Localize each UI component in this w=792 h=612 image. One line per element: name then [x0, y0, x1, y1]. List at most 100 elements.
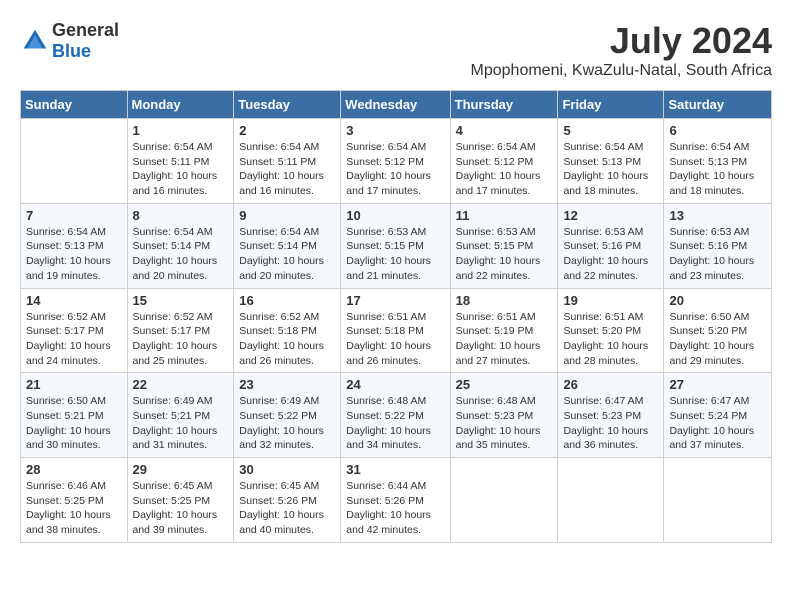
day-info: Sunrise: 6:48 AMSunset: 5:23 PMDaylight:…: [456, 394, 553, 453]
day-info: Sunrise: 6:51 AMSunset: 5:18 PMDaylight:…: [346, 310, 444, 369]
calendar-week-row: 7Sunrise: 6:54 AMSunset: 5:13 PMDaylight…: [21, 203, 772, 288]
day-number: 12: [563, 208, 658, 223]
month-title: July 2024: [471, 20, 772, 62]
day-info: Sunrise: 6:54 AMSunset: 5:14 PMDaylight:…: [239, 225, 335, 284]
day-info: Sunrise: 6:54 AMSunset: 5:11 PMDaylight:…: [133, 140, 229, 199]
day-info: Sunrise: 6:52 AMSunset: 5:17 PMDaylight:…: [26, 310, 122, 369]
calendar-week-row: 21Sunrise: 6:50 AMSunset: 5:21 PMDayligh…: [21, 373, 772, 458]
day-number: 19: [563, 293, 658, 308]
title-block: July 2024 Mpophomeni, KwaZulu-Natal, Sou…: [471, 20, 772, 80]
calendar-day-cell: 29 Sunrise: 6:45 AMSunset: 5:25 PMDayligh…: [127, 458, 234, 543]
day-info: Sunrise: 6:54 AMSunset: 5:13 PMDaylight:…: [669, 140, 766, 199]
calendar-day-cell: 25 Sunrise: 6:48 AMSunset: 5:23 PMDayligh…: [450, 373, 558, 458]
day-number: 15: [133, 293, 229, 308]
header-thursday: Thursday: [450, 91, 558, 119]
calendar-day-cell: 27Sunrise: 6:47 AMSunset: 5:24 PMDayligh…: [664, 373, 772, 458]
day-info: Sunrise: 6:53 AMSunset: 5:15 PMDaylight:…: [346, 225, 444, 284]
day-info: Sunrise: 6:54 AMSunset: 5:14 PMDaylight:…: [133, 225, 229, 284]
page-header: General Blue July 2024 Mpophomeni, KwaZu…: [20, 20, 772, 80]
calendar-day-cell: 5 Sunrise: 6:54 AMSunset: 5:13 PMDaylight…: [558, 119, 664, 204]
day-number: 31: [346, 462, 444, 477]
calendar-day-cell: 15 Sunrise: 6:52 AMSunset: 5:17 PMDayligh…: [127, 288, 234, 373]
day-number: 5: [563, 123, 658, 138]
header-friday: Friday: [558, 91, 664, 119]
calendar-day-cell: 23Sunrise: 6:49 AMSunset: 5:22 PMDayligh…: [234, 373, 341, 458]
day-info: Sunrise: 6:54 AMSunset: 5:12 PMDaylight:…: [346, 140, 444, 199]
calendar-day-cell: 20Sunrise: 6:50 AMSunset: 5:20 PMDayligh…: [664, 288, 772, 373]
day-number: 6: [669, 123, 766, 138]
calendar-day-cell: 9 Sunrise: 6:54 AMSunset: 5:14 PMDaylight…: [234, 203, 341, 288]
day-number: 16: [239, 293, 335, 308]
calendar-day-cell: 2 Sunrise: 6:54 AMSunset: 5:11 PMDaylight…: [234, 119, 341, 204]
day-info: Sunrise: 6:53 AMSunset: 5:16 PMDaylight:…: [563, 225, 658, 284]
day-number: 24: [346, 377, 444, 392]
day-info: Sunrise: 6:46 AMSunset: 5:25 PMDaylight:…: [26, 479, 122, 538]
day-number: 13: [669, 208, 766, 223]
calendar-day-cell: [450, 458, 558, 543]
day-number: 14: [26, 293, 122, 308]
header-monday: Monday: [127, 91, 234, 119]
calendar-week-row: 28 Sunrise: 6:46 AMSunset: 5:25 PMDayligh…: [21, 458, 772, 543]
calendar-day-cell: 4 Sunrise: 6:54 AMSunset: 5:12 PMDaylight…: [450, 119, 558, 204]
day-number: 4: [456, 123, 553, 138]
day-number: 8: [133, 208, 229, 223]
calendar-day-cell: 12 Sunrise: 6:53 AMSunset: 5:16 PMDayligh…: [558, 203, 664, 288]
calendar-day-cell: 13Sunrise: 6:53 AMSunset: 5:16 PMDayligh…: [664, 203, 772, 288]
day-number: 3: [346, 123, 444, 138]
calendar-day-cell: 26Sunrise: 6:47 AMSunset: 5:23 PMDayligh…: [558, 373, 664, 458]
calendar-day-cell: 11Sunrise: 6:53 AMSunset: 5:15 PMDayligh…: [450, 203, 558, 288]
header-sunday: Sunday: [21, 91, 128, 119]
calendar-day-cell: 24 Sunrise: 6:48 AMSunset: 5:22 PMDayligh…: [341, 373, 450, 458]
calendar-day-cell: 10Sunrise: 6:53 AMSunset: 5:15 PMDayligh…: [341, 203, 450, 288]
calendar-day-cell: 18 Sunrise: 6:51 AMSunset: 5:19 PMDayligh…: [450, 288, 558, 373]
calendar-week-row: 14 Sunrise: 6:52 AMSunset: 5:17 PMDayligh…: [21, 288, 772, 373]
header-tuesday: Tuesday: [234, 91, 341, 119]
location-title: Mpophomeni, KwaZulu-Natal, South Africa: [471, 62, 772, 80]
day-info: Sunrise: 6:49 AMSunset: 5:22 PMDaylight:…: [239, 394, 335, 453]
day-number: 20: [669, 293, 766, 308]
day-number: 29: [133, 462, 229, 477]
day-info: Sunrise: 6:45 AMSunset: 5:25 PMDaylight:…: [133, 479, 229, 538]
day-info: Sunrise: 6:52 AMSunset: 5:17 PMDaylight:…: [133, 310, 229, 369]
logo-general-text: General: [52, 20, 119, 40]
day-info: Sunrise: 6:54 AMSunset: 5:11 PMDaylight:…: [239, 140, 335, 199]
day-number: 21: [26, 377, 122, 392]
calendar-day-cell: 6 Sunrise: 6:54 AMSunset: 5:13 PMDaylight…: [664, 119, 772, 204]
day-number: 2: [239, 123, 335, 138]
day-number: 11: [456, 208, 553, 223]
day-number: 17: [346, 293, 444, 308]
day-info: Sunrise: 6:45 AMSunset: 5:26 PMDaylight:…: [239, 479, 335, 538]
day-info: Sunrise: 6:51 AMSunset: 5:20 PMDaylight:…: [563, 310, 658, 369]
day-number: 26: [563, 377, 658, 392]
weekday-header-row: SundayMondayTuesdayWednesdayThursdayFrid…: [21, 91, 772, 119]
calendar-day-cell: 16Sunrise: 6:52 AMSunset: 5:18 PMDayligh…: [234, 288, 341, 373]
logo-blue-text: Blue: [52, 41, 91, 61]
day-info: Sunrise: 6:47 AMSunset: 5:24 PMDaylight:…: [669, 394, 766, 453]
day-info: Sunrise: 6:48 AMSunset: 5:22 PMDaylight:…: [346, 394, 444, 453]
day-info: Sunrise: 6:44 AMSunset: 5:26 PMDaylight:…: [346, 479, 444, 538]
calendar-week-row: 1 Sunrise: 6:54 AMSunset: 5:11 PMDaylight…: [21, 119, 772, 204]
day-number: 25: [456, 377, 553, 392]
calendar-day-cell: 31 Sunrise: 6:44 AMSunset: 5:26 PMDayligh…: [341, 458, 450, 543]
day-info: Sunrise: 6:54 AMSunset: 5:12 PMDaylight:…: [456, 140, 553, 199]
calendar-day-cell: 3 Sunrise: 6:54 AMSunset: 5:12 PMDaylight…: [341, 119, 450, 204]
day-info: Sunrise: 6:51 AMSunset: 5:19 PMDaylight:…: [456, 310, 553, 369]
calendar-day-cell: [21, 119, 128, 204]
calendar-day-cell: 17 Sunrise: 6:51 AMSunset: 5:18 PMDayligh…: [341, 288, 450, 373]
calendar-day-cell: 19 Sunrise: 6:51 AMSunset: 5:20 PMDayligh…: [558, 288, 664, 373]
calendar-day-cell: 8 Sunrise: 6:54 AMSunset: 5:14 PMDaylight…: [127, 203, 234, 288]
calendar-day-cell: 7Sunrise: 6:54 AMSunset: 5:13 PMDaylight…: [21, 203, 128, 288]
calendar-day-cell: 14 Sunrise: 6:52 AMSunset: 5:17 PMDayligh…: [21, 288, 128, 373]
day-info: Sunrise: 6:49 AMSunset: 5:21 PMDaylight:…: [133, 394, 229, 453]
calendar-table: SundayMondayTuesdayWednesdayThursdayFrid…: [20, 90, 772, 543]
calendar-day-cell: 28 Sunrise: 6:46 AMSunset: 5:25 PMDayligh…: [21, 458, 128, 543]
calendar-day-cell: 21Sunrise: 6:50 AMSunset: 5:21 PMDayligh…: [21, 373, 128, 458]
day-number: 28: [26, 462, 122, 477]
day-number: 18: [456, 293, 553, 308]
day-number: 9: [239, 208, 335, 223]
logo: General Blue: [20, 20, 119, 62]
calendar-day-cell: 22Sunrise: 6:49 AMSunset: 5:21 PMDayligh…: [127, 373, 234, 458]
day-number: 1: [133, 123, 229, 138]
calendar-day-cell: [558, 458, 664, 543]
day-info: Sunrise: 6:54 AMSunset: 5:13 PMDaylight:…: [563, 140, 658, 199]
